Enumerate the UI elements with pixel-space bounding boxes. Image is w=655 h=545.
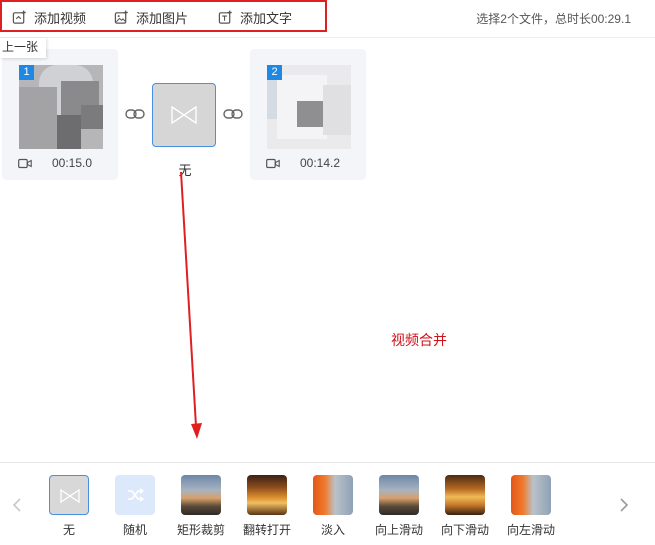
transition-label: 翻转打开	[242, 523, 291, 537]
transition-slot-label: 无	[178, 163, 192, 178]
transition-thumb	[511, 475, 551, 515]
transition-strip: 无 随机 矩形裁剪 翻转打开 淡入 向上滑动 向下滑动 向左滑动	[0, 462, 655, 545]
transition-label: 淡入	[320, 523, 345, 537]
add-video-icon	[12, 9, 26, 24]
link-icon[interactable]	[125, 108, 145, 120]
add-text-icon	[218, 9, 232, 24]
video-camera-icon	[18, 158, 32, 168]
thumb-mosaic	[323, 85, 351, 135]
add-video-button[interactable]: 添加视频	[12, 8, 86, 26]
transition-thumb	[379, 475, 419, 515]
shuffle-icon	[128, 488, 145, 502]
link-icon[interactable]	[223, 108, 243, 120]
chevron-right-icon[interactable]	[618, 497, 630, 513]
add-video-label: 添加视频	[34, 10, 87, 26]
add-image-icon	[114, 9, 128, 24]
toolbar: 添加视频 添加图片 添加文字 选择2个文件，总时长00:29.1	[0, 0, 655, 38]
transition-slot[interactable]	[152, 83, 216, 147]
transition-label: 向左滑动	[506, 523, 555, 537]
transition-label: 向上滑动	[374, 523, 423, 537]
thumb-mosaic	[297, 101, 323, 127]
transition-option-flip-open[interactable]: 翻转打开	[232, 475, 302, 537]
clip-duration: 00:14.2	[300, 156, 341, 170]
transition-option-slide-left[interactable]: 向左滑动	[496, 475, 566, 537]
add-text-button[interactable]: 添加文字	[218, 8, 292, 26]
transition-thumb	[247, 475, 287, 515]
transition-label: 随机	[122, 523, 147, 537]
add-image-button[interactable]: 添加图片	[114, 8, 188, 26]
transition-option-slide-down[interactable]: 向下滑动	[430, 475, 500, 537]
transition-none-icon	[171, 106, 197, 124]
transition-label: 向下滑动	[440, 523, 489, 537]
add-image-label: 添加图片	[136, 10, 189, 26]
clip-meta-2: 00:14.2	[266, 156, 356, 170]
transition-thumb	[445, 475, 485, 515]
transition-option-fade-in[interactable]: 淡入	[298, 475, 368, 537]
thumb-mosaic	[57, 115, 81, 149]
clip-card-2[interactable]: 2 00:14.2	[250, 49, 366, 180]
transition-thumb	[313, 475, 353, 515]
thumb-shape	[19, 87, 57, 149]
clip-meta-1: 00:15.0	[18, 156, 108, 170]
transition-thumb	[115, 475, 155, 515]
transition-label: 矩形裁剪	[176, 523, 225, 537]
transition-option-none[interactable]: 无	[34, 475, 104, 537]
clip-thumbnail-2[interactable]: 2	[267, 65, 351, 149]
transition-none-icon	[60, 488, 80, 504]
chevron-left-icon[interactable]	[11, 497, 23, 513]
video-camera-icon	[266, 158, 280, 168]
thumb-mosaic	[81, 105, 103, 129]
add-text-label: 添加文字	[240, 10, 293, 26]
clip-thumbnail-1[interactable]: 1	[19, 65, 103, 149]
annotation-text: 视频合并	[391, 332, 447, 348]
clip-number-badge: 2	[267, 65, 282, 80]
transition-thumb	[49, 475, 89, 515]
transition-option-slide-up[interactable]: 向上滑动	[364, 475, 434, 537]
file-info-text: 选择2个文件，总时长00:29.1	[476, 12, 631, 26]
clip-duration: 00:15.0	[52, 156, 93, 170]
transition-label: 无	[62, 523, 75, 537]
transition-option-rect-crop[interactable]: 矩形裁剪	[166, 475, 236, 537]
clip-number-badge: 1	[19, 65, 34, 80]
transition-thumb	[181, 475, 221, 515]
previous-button[interactable]: 上一张	[0, 38, 46, 58]
clip-card-1[interactable]: 1 00:15.0	[2, 49, 118, 180]
transition-option-random[interactable]: 随机	[100, 475, 170, 537]
